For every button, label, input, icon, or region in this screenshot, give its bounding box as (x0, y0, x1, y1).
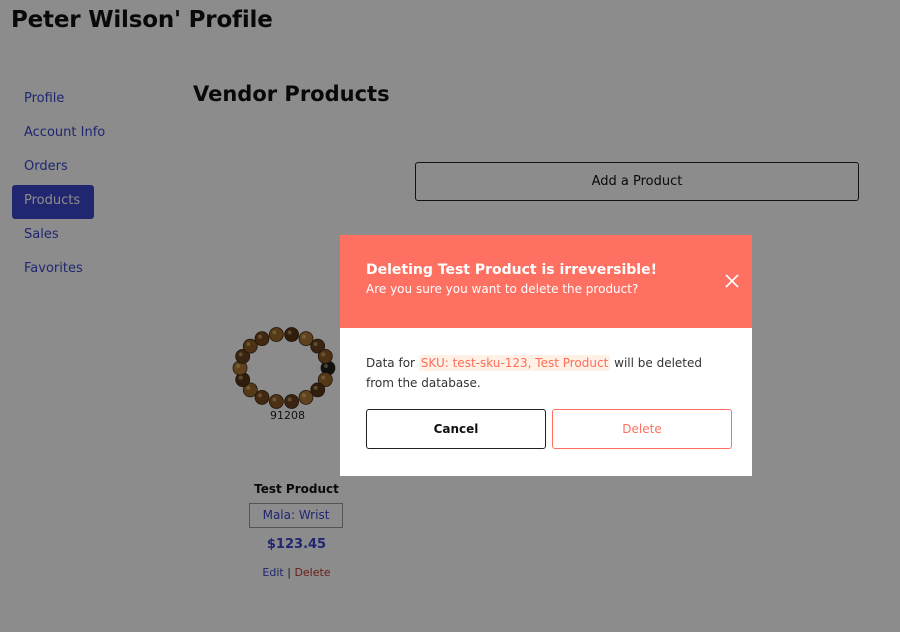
dialog-title: Deleting Test Product is irreversible! (366, 262, 657, 278)
dialog-header: Deleting Test Product is irreversible! A… (340, 235, 752, 328)
dialog-message: Data for SKU: test-sku-123, Test Product… (366, 353, 726, 393)
dialog-subtitle: Are you sure you want to delete the prod… (366, 282, 639, 296)
close-icon[interactable] (724, 273, 740, 289)
cancel-button[interactable]: Cancel (366, 409, 546, 449)
delete-button[interactable]: Delete (552, 409, 732, 449)
message-prefix: Data for (366, 356, 415, 370)
delete-confirmation-dialog: Deleting Test Product is irreversible! A… (340, 235, 752, 476)
sku-highlight: SKU: test-sku-123, Test Product (418, 355, 611, 371)
